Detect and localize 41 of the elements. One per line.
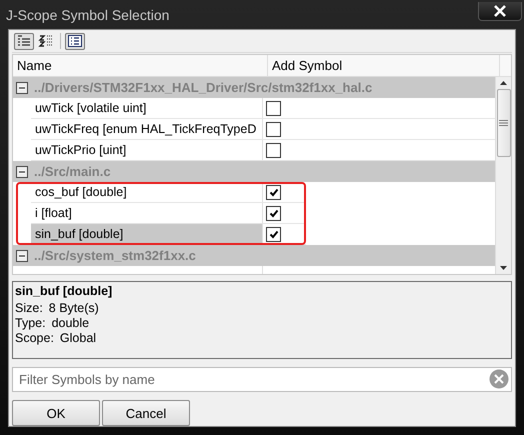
details-button[interactable] (65, 32, 85, 50)
symbol-name[interactable]: cos_buf [double] (31, 182, 263, 202)
file-group-label: ../Drivers/STM32F1xx_HAL_Driver/Src/stm32f1xx_hal.c (34, 80, 372, 95)
close-button[interactable] (478, 2, 522, 21)
ok-button[interactable]: OK (12, 400, 100, 426)
collapse-icon[interactable] (16, 250, 28, 262)
add-symbol-checkbox[interactable] (266, 226, 281, 242)
symbol-name[interactable]: sin_buf [double] (31, 224, 263, 244)
detail-label: Size: (15, 301, 43, 315)
symbol-name[interactable]: i [float] (31, 203, 263, 223)
detail-value: Global (60, 331, 96, 345)
scrollbar[interactable] (495, 77, 511, 274)
details-title: sin_buf [double] (15, 284, 114, 298)
detail-value: double (52, 316, 90, 330)
column-header[interactable]: Name (13, 55, 268, 76)
window-title: J-Scope Symbol Selection (6, 7, 170, 23)
clear-icon[interactable] (489, 369, 509, 389)
collapse-icon[interactable] (16, 82, 28, 94)
filter-field[interactable]: Filter Symbols by name (12, 367, 512, 392)
add-symbol-checkbox[interactable] (266, 142, 281, 158)
file-group-label: ../Src/system_stm32f1xx.c (34, 248, 196, 263)
symbol-name[interactable]: uwTickPrio [uint] (31, 140, 263, 160)
add-symbol-checkbox[interactable] (266, 100, 281, 116)
add-symbol-checkbox[interactable] (266, 206, 281, 220)
check-icon (268, 208, 278, 218)
grip-icon[interactable] (499, 120, 508, 126)
file-group-label: ../Src/main.c (34, 164, 111, 179)
close-icon (493, 5, 507, 17)
symbol-name[interactable]: uwTickFreq [enum HAL_TickFreqTypeD (31, 119, 263, 139)
detail-value: 8 Byte(s) (48, 301, 99, 315)
cancel-button[interactable]: Cancel (102, 400, 190, 426)
check-icon (268, 188, 278, 196)
categorized-view-button[interactable] (14, 32, 34, 50)
detail-label: Scope: (15, 331, 54, 345)
detail-label: Type: (15, 316, 46, 330)
column-header[interactable]: Add Symbol (268, 55, 500, 76)
check-icon (268, 230, 278, 238)
symbol-name[interactable]: uwTick [volatile uint] (31, 98, 263, 118)
add-symbol-checkbox[interactable] (266, 122, 281, 136)
add-symbol-checkbox[interactable] (266, 184, 281, 200)
collapse-icon[interactable] (16, 166, 28, 178)
